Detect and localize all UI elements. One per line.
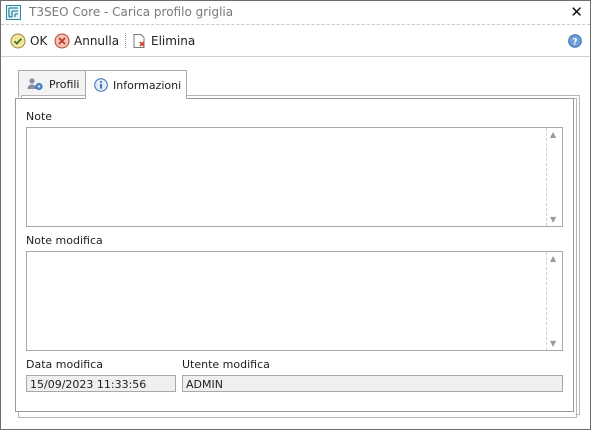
scroll-up-icon[interactable]: ▲ — [550, 130, 556, 139]
note-modifica-memo: ▲ ▼ — [26, 251, 563, 351]
data-modifica-field[interactable]: 15/09/2023 11:33:56 — [26, 375, 176, 392]
note-label: Note — [26, 110, 53, 123]
window-title: T3SEO Core - Carica profilo griglia — [29, 5, 234, 19]
data-modifica-label: Data modifica — [26, 358, 103, 371]
note-memo: ▲ ▼ — [26, 127, 563, 227]
dialog-window: T3SEO Core - Carica profilo griglia ✕ OK… — [0, 0, 591, 430]
toolbar: OK Annulla Elimina — [1, 25, 590, 57]
toolbar-separator — [125, 33, 127, 48]
tab-informazioni-label: Informazioni — [113, 78, 182, 92]
note-modifica-label: Note modifica — [26, 234, 103, 247]
note-modifica-scrollbar[interactable]: ▲ ▼ — [546, 252, 562, 350]
cancel-label: Annulla — [74, 34, 120, 48]
tab-profili[interactable]: Profili — [18, 70, 86, 97]
delete-label: Elimina — [151, 34, 196, 48]
scroll-down-icon[interactable]: ▼ — [550, 215, 556, 224]
scroll-up-icon[interactable]: ▲ — [550, 254, 556, 263]
title-bar[interactable]: T3SEO Core - Carica profilo griglia ✕ — [1, 1, 590, 25]
users-gear-icon — [27, 78, 43, 90]
utente-modifica-label: Utente modifica — [182, 358, 270, 371]
delete-button[interactable]: Elimina — [131, 32, 195, 50]
note-textarea[interactable] — [27, 128, 544, 224]
ok-button[interactable]: OK — [10, 32, 47, 50]
ok-label: OK — [30, 34, 48, 48]
cancel-icon — [54, 33, 70, 49]
utente-modifica-field[interactable]: ADMIN — [182, 375, 563, 392]
help-icon[interactable]: ? — [568, 34, 582, 48]
tab-informazioni[interactable]: Informazioni — [85, 70, 187, 99]
close-icon[interactable]: ✕ — [570, 3, 583, 21]
info-panel: Note ▲ ▼ Note modifica ▲ ▼ Data modifica… — [15, 98, 574, 412]
delete-document-icon — [133, 34, 145, 48]
note-modifica-textarea[interactable] — [27, 252, 544, 348]
cancel-button[interactable]: Annulla — [54, 32, 119, 50]
app-icon — [6, 5, 21, 20]
svg-text:?: ? — [572, 38, 577, 48]
tab-profili-label: Profili — [49, 77, 80, 91]
info-icon — [94, 78, 108, 92]
note-scrollbar[interactable]: ▲ ▼ — [546, 128, 562, 226]
scroll-down-icon[interactable]: ▼ — [550, 339, 556, 348]
check-icon — [10, 33, 26, 49]
